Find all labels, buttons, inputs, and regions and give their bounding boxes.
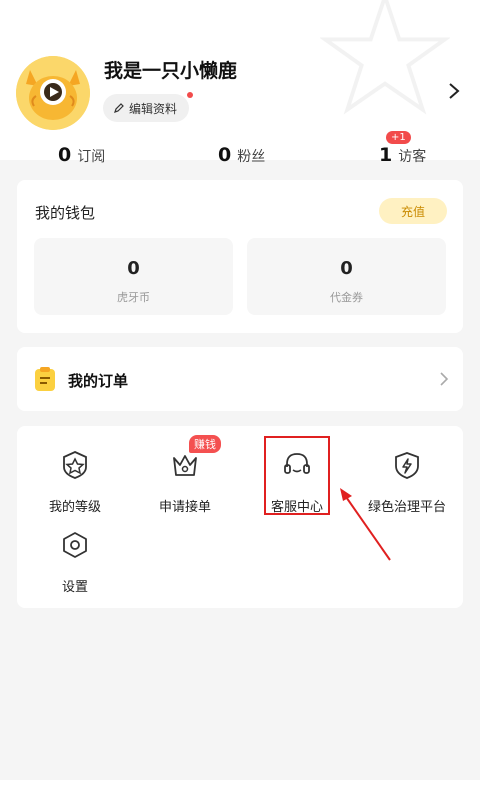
visitor-badge: +1 xyxy=(386,131,411,144)
avatar[interactable] xyxy=(16,56,90,130)
wallet-huya-coin[interactable]: 0 虎牙币 xyxy=(34,238,233,315)
stat-label: 粉丝 xyxy=(237,149,266,165)
recharge-button[interactable]: 充值 xyxy=(379,198,447,224)
bottom-tab-bar[interactable] xyxy=(0,780,480,790)
wallet-label: 虎牙币 xyxy=(117,291,150,304)
pencil-icon xyxy=(114,103,124,113)
stat-count: 1 xyxy=(379,144,393,166)
wallet-value: 0 xyxy=(127,258,140,279)
stat-count: 0 xyxy=(218,144,232,166)
wallet-card: 我的钱包 充值 0 虎牙币 0 代金券 xyxy=(17,180,463,333)
tiger-mascot-icon xyxy=(16,56,90,130)
stat-count: 0 xyxy=(58,144,72,166)
edit-profile-label: 编辑资料 xyxy=(129,101,178,116)
menu-item-label: 我的等级 xyxy=(48,500,101,515)
chevron-right-icon xyxy=(440,372,449,386)
shield-bolt-icon xyxy=(395,452,419,479)
wallet-voucher[interactable]: 0 代金券 xyxy=(247,238,446,315)
stat-subscriptions[interactable]: 0 订阅 xyxy=(58,144,105,166)
menu-item-apply-orders[interactable]: 申请接单 xyxy=(130,450,240,515)
menu-item-label: 设置 xyxy=(61,580,88,595)
wallet-title: 我的钱包 xyxy=(35,204,96,222)
crown-icon xyxy=(173,455,197,476)
menu-item-level[interactable]: 我的等级 xyxy=(20,450,130,515)
annotation-arrow-icon xyxy=(340,488,391,561)
stat-label: 订阅 xyxy=(77,149,106,165)
chevron-right-icon[interactable] xyxy=(446,82,462,100)
wallet-value: 0 xyxy=(340,258,353,279)
notification-dot xyxy=(187,92,194,98)
menu-item-settings[interactable]: 设置 xyxy=(20,530,130,595)
username: 我是一只小懒鹿 xyxy=(104,60,238,82)
menu-item-label: 申请接单 xyxy=(158,500,211,515)
stat-fans[interactable]: 0 粉丝 xyxy=(218,144,265,166)
stat-visitors[interactable]: 1 访客 xyxy=(379,144,426,166)
earn-badge: 赚钱 xyxy=(189,435,221,453)
settings-hex-icon xyxy=(63,532,87,558)
stat-label: 访客 xyxy=(398,149,427,165)
wallet-label: 代金券 xyxy=(330,291,363,304)
highlight-box xyxy=(264,436,330,515)
edit-profile-button[interactable]: 编辑资料 xyxy=(103,92,194,122)
order-clipboard-icon xyxy=(35,367,55,391)
my-orders-label: 我的订单 xyxy=(68,372,129,390)
my-orders-row[interactable]: 我的订单 xyxy=(17,347,463,411)
background-star-icon xyxy=(320,0,450,115)
level-badge-icon xyxy=(63,451,87,479)
